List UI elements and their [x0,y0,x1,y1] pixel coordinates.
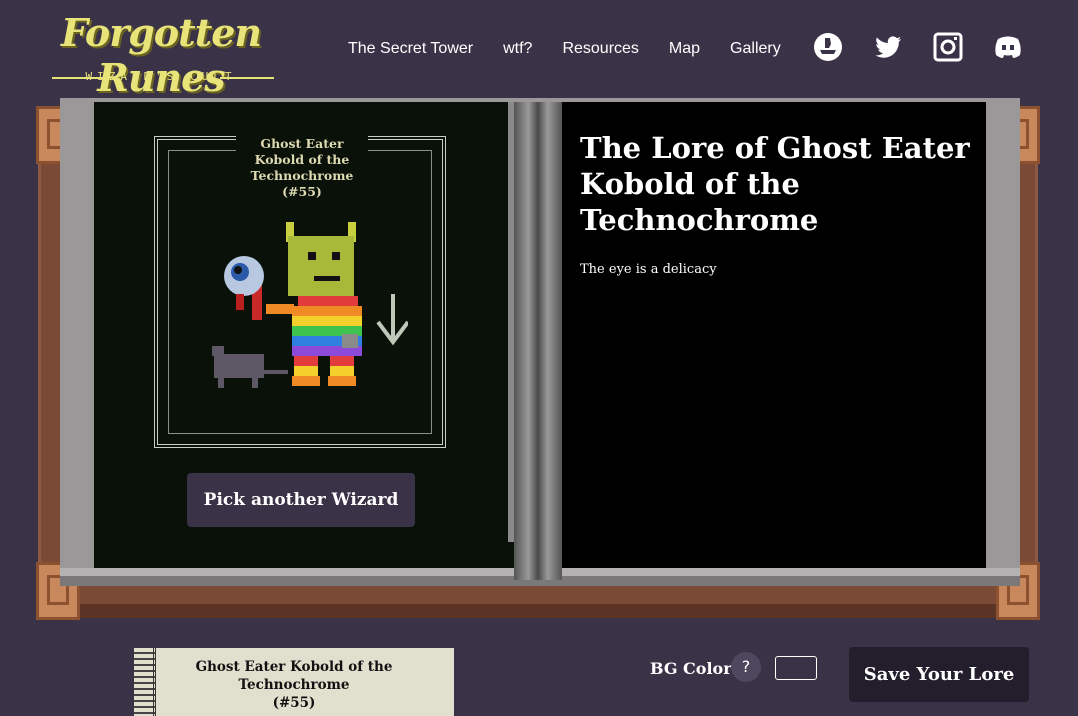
pick-another-wizard-button[interactable]: Pick another Wizard [187,473,415,527]
lore-book: Ghost Eater Kobold of the Technochrome (… [36,96,1042,628]
save-lore-button[interactable]: Save Your Lore [849,647,1029,702]
mini-card-number: (#55) [272,695,316,711]
wizard-number: (#55) [282,184,322,199]
wizard-portrait [212,222,408,388]
instagram-icon[interactable] [932,31,964,63]
lore-text-input[interactable]: The eye is a delicacy [580,262,976,542]
nav-link-wtf[interactable]: wtf? [503,39,532,59]
mini-card-title: Ghost Eater Kobold of the Technochrome (… [174,658,414,712]
book-spine [514,102,562,580]
site-logo[interactable]: Forgotten Runes WIZARD'S CULT [38,8,284,100]
wizard-mini-card: Ghost Eater Kobold of the Technochrome (… [134,648,454,716]
logo-title: Forgotten Runes [60,10,262,100]
mini-card-border [134,648,156,716]
help-icon[interactable]: ? [731,652,761,682]
opensea-icon[interactable] [812,31,844,63]
twitter-icon[interactable] [872,31,904,63]
wizard-name: Ghost Eater Kobold of the Technochrome [250,136,354,183]
bg-color-picker[interactable] [775,656,817,680]
logo-ornament-right [220,77,274,79]
bg-color-label: BG Color [650,659,732,678]
social-links [812,31,1052,63]
nav-link-resources[interactable]: Resources [562,39,638,59]
mini-card-name: Ghost Eater Kobold of the Technochrome [195,659,393,693]
nav-link-map[interactable]: Map [669,39,700,59]
main-nav: The Secret Tower wtf? Resources Map Gall… [348,39,811,59]
wizard-card-title: Ghost Eater Kobold of the Technochrome (… [236,136,368,200]
nav-link-secret-tower[interactable]: The Secret Tower [348,39,473,59]
lore-title: The Lore of Ghost Eater Kobold of the Te… [580,131,970,237]
discord-icon[interactable] [992,31,1024,63]
nav-link-gallery[interactable]: Gallery [730,39,781,59]
